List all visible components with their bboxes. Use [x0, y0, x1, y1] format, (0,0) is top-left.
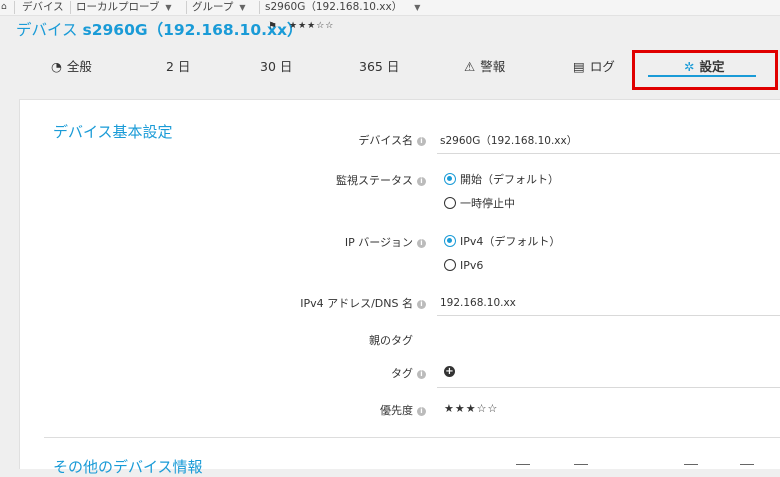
tab-log[interactable]: ▤ ログ: [573, 58, 615, 76]
toolbar-icon[interactable]: [740, 464, 754, 465]
highlight-box: [632, 50, 778, 90]
tab-365-days[interactable]: 365 日: [359, 58, 399, 76]
radio-monitoring-paused[interactable]: 一時停止中: [444, 197, 515, 211]
device-name-label-text: デバイス名: [358, 134, 413, 147]
breadcrumb-device[interactable]: s2960G（192.168.10.xx） ▼: [265, 1, 420, 14]
info-icon[interactable]: i: [417, 177, 426, 186]
info-icon[interactable]: i: [417, 137, 426, 146]
tab-log-label: ログ: [589, 59, 615, 74]
info-icon[interactable]: i: [417, 370, 426, 379]
page-title: デバイス s2960G（192.168.10.xx）: [16, 20, 303, 40]
toolbar-icon[interactable]: [684, 464, 698, 465]
toolbar-icon[interactable]: [516, 464, 530, 465]
address-field[interactable]: 192.168.10.xx: [440, 296, 516, 310]
breadcrumb: ⌂ デバイス ローカルプローブ ▼ グループ ▼ s2960G（192.168.10…: [0, 0, 780, 16]
radio-selected-icon[interactable]: [444, 173, 456, 185]
ip-version-label-text: IP バージョン: [344, 236, 413, 249]
warning-icon: ⚠: [464, 59, 476, 74]
address-label-text: IPv4 アドレス/DNS 名: [300, 297, 413, 310]
priority-label: 優先度 i: [380, 404, 426, 418]
gauge-icon: ◔: [51, 59, 62, 74]
section-title-other: その他のデバイス情報: [53, 458, 203, 476]
flag-icon[interactable]: ⚑: [268, 21, 277, 32]
radio-monitoring-paused-label: 一時停止中: [460, 197, 515, 210]
tab-30-days[interactable]: 30 日: [260, 58, 292, 76]
breadcrumb-group[interactable]: グループ ▼: [192, 1, 246, 14]
radio-unselected-icon[interactable]: [444, 197, 456, 209]
radio-monitoring-start-label: 開始（デフォルト）: [460, 173, 559, 186]
toolbar-icon[interactable]: [574, 464, 588, 465]
chevron-down-icon[interactable]: ▼: [165, 3, 171, 12]
tab-365-days-label: 365 日: [359, 59, 400, 74]
breadcrumb-group-label: グループ: [192, 1, 234, 13]
parent-tags-label: 親のタグ: [369, 334, 413, 347]
breadcrumb-local-probe[interactable]: ローカルプローブ ▼: [76, 1, 172, 14]
radio-ipv6-label: IPv6: [460, 259, 484, 272]
tab-2-days[interactable]: 2 日: [166, 58, 190, 76]
radio-ipv6[interactable]: IPv6: [444, 259, 483, 273]
monitoring-status-label: 監視ステータス i: [336, 174, 426, 188]
radio-unselected-icon[interactable]: [444, 259, 456, 271]
monitoring-status-label-text: 監視ステータス: [336, 174, 413, 187]
add-tag-icon[interactable]: +: [444, 366, 455, 377]
tab-alarms-label: 警報: [480, 59, 506, 74]
device-name-label: デバイス名 i: [358, 134, 426, 148]
priority-label-text: 優先度: [380, 404, 413, 417]
radio-monitoring-start[interactable]: 開始（デフォルト）: [444, 173, 559, 187]
ip-version-label: IP バージョン i: [345, 236, 426, 250]
chevron-down-icon[interactable]: ▼: [414, 3, 420, 12]
tags-label: タグ i: [391, 367, 426, 381]
chevron-down-icon[interactable]: ▼: [239, 3, 245, 12]
breadcrumb-devices[interactable]: デバイス: [22, 1, 64, 14]
tags-underline: [437, 387, 780, 388]
tab-alarms[interactable]: ⚠ 警報: [464, 58, 505, 76]
address-underline: [437, 315, 780, 316]
radio-ipv4[interactable]: IPv4（デフォルト）: [444, 235, 560, 249]
tab-2-days-label: 2 日: [166, 59, 191, 74]
log-icon: ▤: [573, 59, 585, 74]
section-divider: [44, 437, 780, 438]
info-icon[interactable]: i: [417, 239, 426, 248]
breadcrumb-local-probe-label: ローカルプローブ: [76, 1, 160, 13]
home-icon[interactable]: ⌂: [1, 1, 7, 14]
radio-ipv4-label: IPv4（デフォルト）: [460, 235, 561, 248]
page-title-prefix: デバイス: [16, 21, 78, 39]
address-label: IPv4 アドレス/DNS 名 i: [300, 297, 426, 311]
tab-overview-label: 全般: [66, 59, 92, 74]
header-priority-stars[interactable]: ★★★☆☆: [289, 21, 334, 31]
info-icon[interactable]: i: [417, 407, 426, 416]
breadcrumb-device-label: s2960G（192.168.10.xx）: [265, 1, 403, 13]
section-title-basic: デバイス基本設定: [53, 123, 173, 141]
tab-overview[interactable]: ◔ 全般: [51, 58, 92, 76]
device-name-underline: [437, 153, 780, 154]
tab-30-days-label: 30 日: [260, 59, 293, 74]
info-icon[interactable]: i: [417, 300, 426, 309]
radio-selected-icon[interactable]: [444, 235, 456, 247]
tags-label-text: タグ: [391, 367, 413, 380]
priority-stars[interactable]: ★★★☆☆: [444, 402, 498, 415]
device-name-field[interactable]: s2960G（192.168.10.xx）: [440, 134, 577, 148]
